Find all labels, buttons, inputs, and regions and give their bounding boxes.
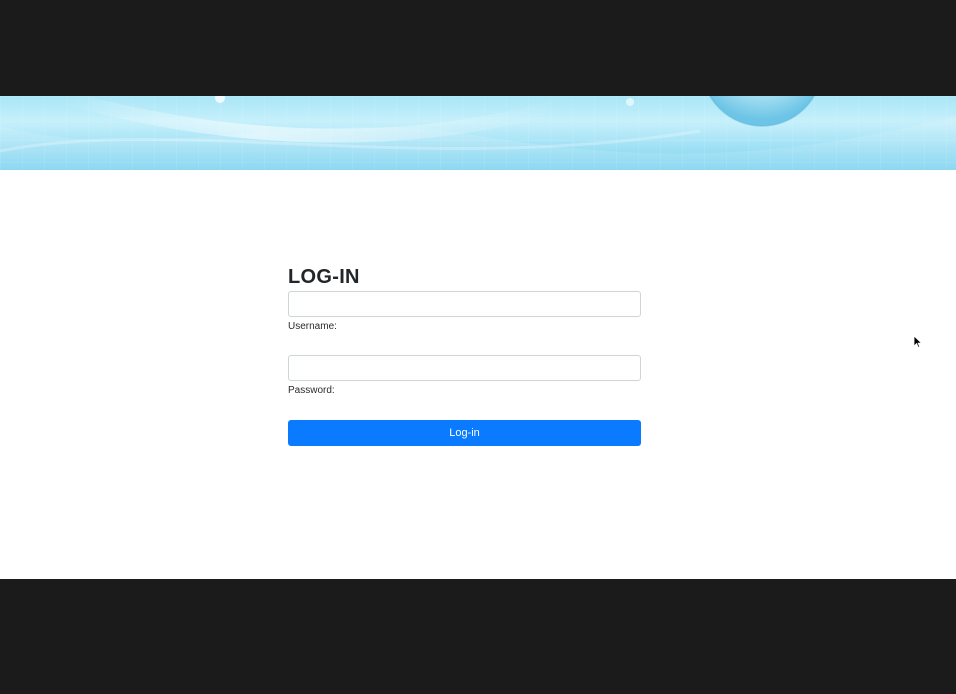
- page-title: LOG-IN: [288, 266, 360, 288]
- main-content: LOG-IN Username: Password: Log-in: [0, 170, 956, 579]
- login-page: LOG-IN Username: Password: Log-in: [0, 96, 956, 579]
- login-button[interactable]: Log-in: [288, 420, 641, 446]
- password-input[interactable]: [288, 355, 641, 381]
- username-label: Username:: [288, 321, 337, 332]
- header-banner: [0, 96, 956, 170]
- banner-graphic: [0, 96, 956, 170]
- login-form: LOG-IN Username: Password: Log-in: [288, 264, 641, 446]
- letterbox-top: [0, 0, 956, 96]
- password-label: Password:: [288, 385, 335, 396]
- mouse-pointer-icon: [913, 335, 923, 353]
- letterbox-bottom: [0, 579, 956, 694]
- username-input[interactable]: [288, 291, 641, 317]
